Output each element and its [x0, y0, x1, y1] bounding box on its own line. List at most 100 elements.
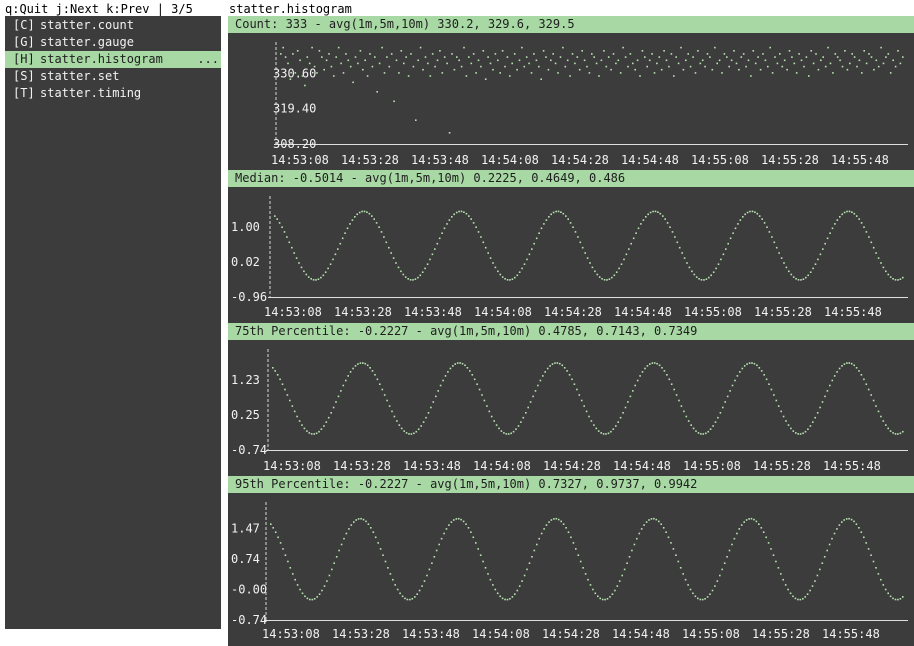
data-point [522, 416, 525, 419]
data-point [331, 568, 333, 571]
data-point [687, 420, 690, 422]
data-point [367, 523, 370, 525]
data-point [692, 56, 694, 58]
x-tick-label: 14:55:48 [824, 305, 882, 319]
sidebar-item-statter-set[interactable]: [S] statter.set [5, 68, 221, 85]
sidebar-item-statter-count[interactable]: [C] statter.count [5, 17, 221, 34]
data-point [349, 371, 352, 373]
data-point [685, 59, 687, 62]
data-point [460, 65, 463, 68]
data-point [754, 62, 757, 65]
data-point [378, 62, 381, 65]
data-point [706, 596, 709, 598]
data-point [327, 267, 329, 270]
data-point [568, 374, 571, 376]
data-point [841, 365, 843, 367]
data-point [620, 263, 623, 265]
data-point [843, 211, 846, 214]
data-point [496, 592, 499, 595]
data-point [812, 62, 815, 65]
data-point [805, 276, 807, 279]
data-point [468, 56, 470, 58]
data-point [489, 257, 492, 259]
data-point [653, 72, 656, 74]
data-point [658, 56, 661, 58]
x-tick-label: 14:54:28 [542, 627, 600, 641]
data-point [596, 273, 599, 276]
data-point [358, 211, 361, 214]
data-point [699, 598, 702, 601]
data-point [422, 68, 424, 71]
data-point [831, 227, 834, 230]
keybinding-status-bar: q:Quit j:Next k:Prev | 3/5 [5, 2, 193, 16]
data-point [787, 588, 789, 591]
data-point [448, 524, 450, 526]
data-point [378, 226, 380, 228]
data-point [550, 213, 552, 216]
data-point [733, 50, 735, 52]
data-point [470, 531, 472, 533]
data-point [328, 53, 330, 55]
sidebar-item-statter-histogram[interactable]: [H] statter.histogram... [5, 51, 221, 68]
data-point [559, 56, 562, 58]
data-point [425, 416, 427, 419]
data-point [531, 248, 533, 250]
data-point [715, 267, 717, 270]
data-point [717, 416, 719, 419]
data-point [716, 62, 718, 65]
data-point [584, 573, 587, 575]
data-point [404, 597, 406, 600]
data-point [636, 537, 638, 540]
data-point [521, 46, 523, 49]
data-point [800, 59, 803, 62]
data-point [877, 65, 880, 68]
data-point [330, 65, 333, 68]
sidebar-item-statter-gauge[interactable]: [G] statter.gauge [5, 34, 221, 51]
data-point [882, 266, 885, 269]
data-point [606, 279, 608, 281]
data-point [795, 278, 797, 280]
data-point [763, 222, 766, 224]
data-point [676, 241, 679, 244]
data-point [547, 68, 550, 71]
data-point [379, 383, 381, 385]
data-point [616, 585, 619, 587]
data-point [880, 578, 882, 581]
data-point [481, 394, 483, 396]
data-point [333, 562, 335, 564]
data-point [709, 593, 711, 595]
data-point [832, 72, 834, 74]
data-point [610, 430, 612, 433]
data-point [289, 567, 292, 569]
data-point [843, 363, 846, 365]
data-point [460, 210, 463, 213]
sidebar-item-statter-timing[interactable]: [T] statter.timing [5, 85, 221, 102]
data-point [562, 212, 565, 215]
count-chart: 330.60319.40308.2014:53:08 14:53:28 14:53:… [271, 42, 908, 167]
data-point [345, 53, 347, 55]
data-point [298, 262, 300, 264]
data-point [686, 262, 688, 264]
x-tick-label: 14:53:28 [341, 153, 399, 167]
data-point [635, 232, 637, 234]
p95-chart-panel: 95th Percentile: -0.2227 - avg(1m,5m,10m… [228, 476, 914, 646]
data-point [571, 53, 574, 55]
data-point [887, 53, 890, 55]
data-point [701, 59, 704, 62]
data-point [867, 388, 870, 391]
data-point [782, 578, 784, 581]
data-point [453, 68, 456, 71]
data-point [335, 401, 337, 403]
data-point [802, 598, 804, 600]
data-point [350, 524, 353, 526]
data-point [642, 219, 645, 221]
data-point [388, 405, 391, 407]
data-point [639, 75, 641, 77]
data-point [711, 68, 714, 71]
data-point [829, 384, 831, 387]
data-point [412, 65, 415, 68]
data-point [446, 62, 448, 65]
data-point [357, 363, 359, 365]
x-tick-label: 14:53:48 [411, 153, 469, 167]
data-point [778, 252, 780, 254]
